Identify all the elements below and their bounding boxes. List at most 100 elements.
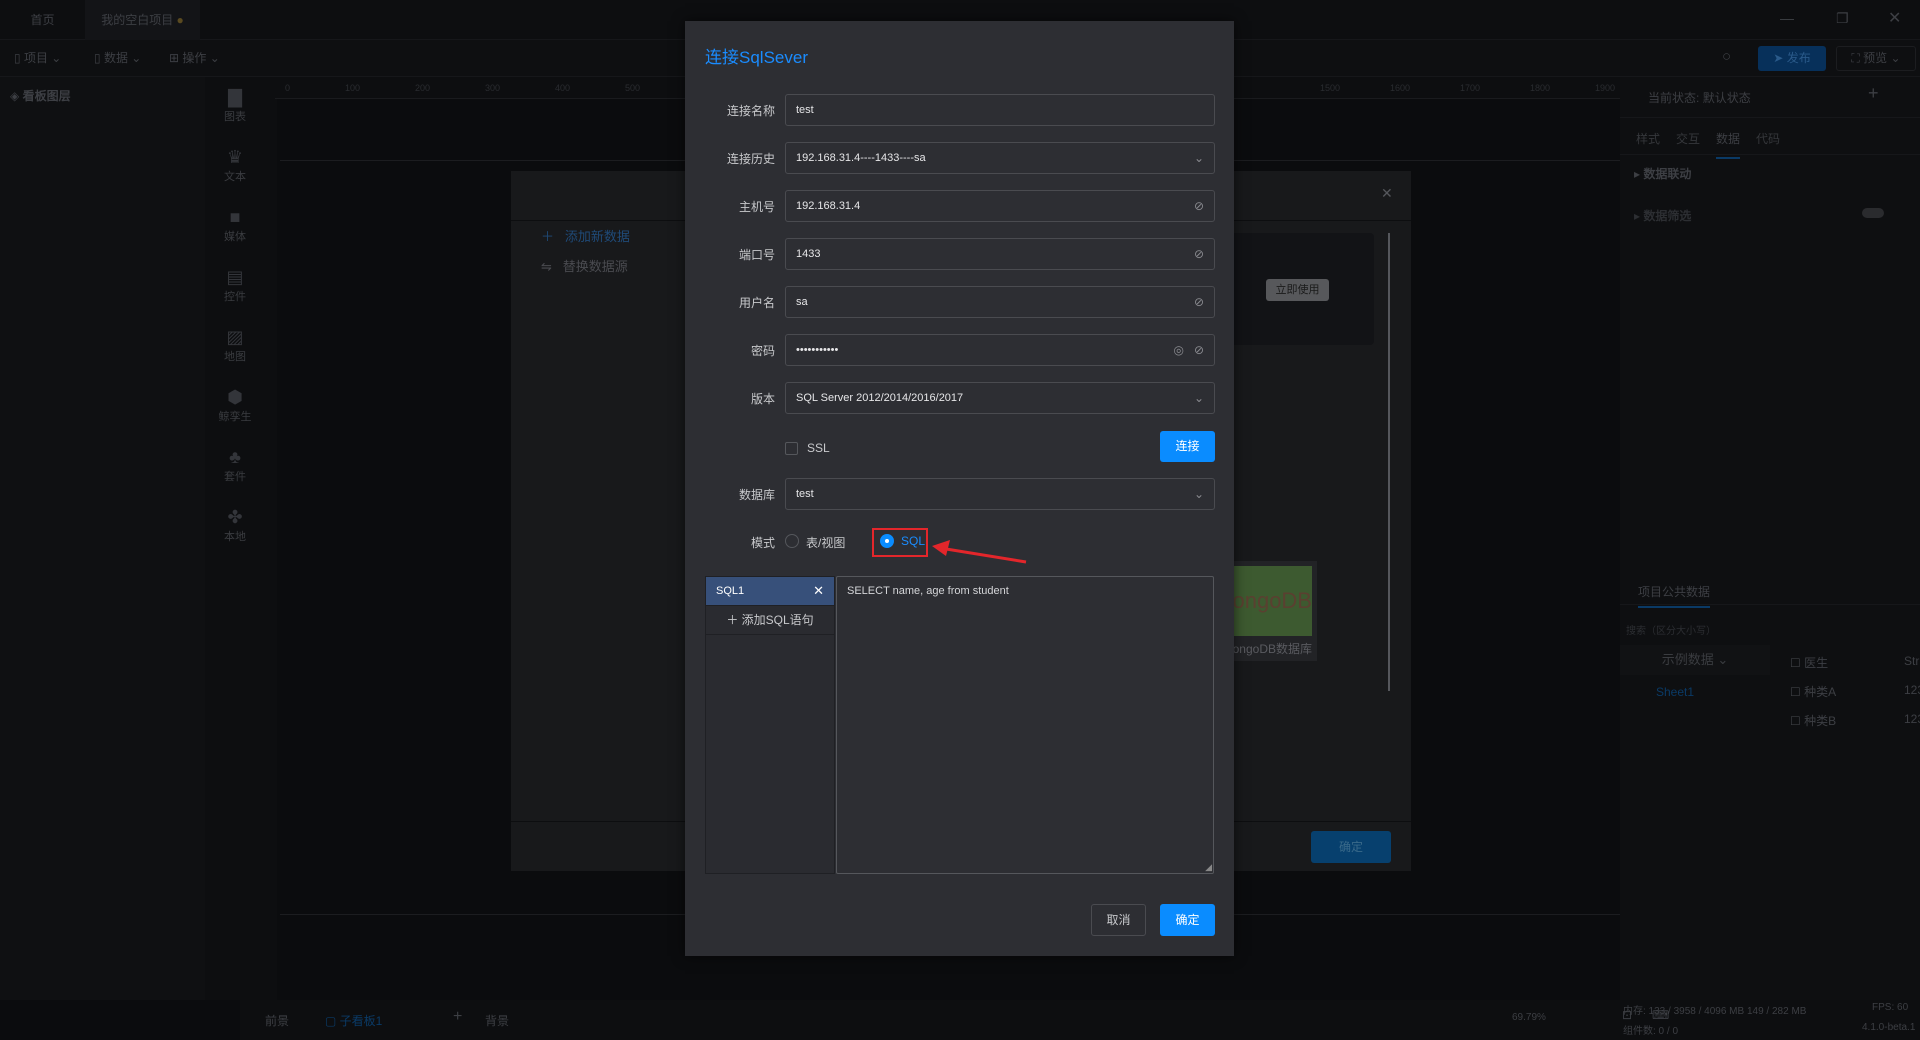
component-chart[interactable]: ▇ 图表	[205, 87, 265, 124]
sql-editor[interactable]: SELECT name, age from student ◢	[836, 576, 1214, 874]
close-icon[interactable]: ✕	[1381, 185, 1393, 202]
menu-data-label: 数据	[103, 51, 128, 65]
menu-data[interactable]: ▯ 数据 ⌄	[80, 40, 141, 77]
ruler-tick: 1900	[1595, 83, 1616, 93]
field-row[interactable]: ☐ 医生 Str	[1790, 654, 1920, 671]
field-row[interactable]: ☐ 种类B123	[1790, 712, 1920, 729]
chevron-down-icon: ⌄	[1193, 391, 1204, 405]
sheet-item[interactable]: Sheet1	[1656, 685, 1694, 699]
close-window-icon[interactable]: ✕	[1888, 8, 1901, 28]
memory-readout: 内存: 133 / 3958 / 4096 MB 149 / 282 MB	[1623, 1006, 1807, 1017]
preview-button[interactable]: ⛶ 预览 ⌄	[1836, 46, 1916, 71]
publish-button[interactable]: ➤ 发布	[1758, 46, 1826, 71]
version-value: SQL Server 2012/2014/2016/2017	[796, 392, 964, 404]
version-select[interactable]: SQL Server 2012/2014/2016/2017 ⌄	[785, 382, 1215, 414]
username-value: sa	[796, 296, 808, 308]
connection-name-value: test	[796, 104, 814, 116]
data-linkage-section[interactable]: ▸ 数据联动	[1634, 165, 1691, 182]
ruler-vertical	[265, 77, 277, 1000]
tab-code[interactable]: 代码	[1756, 130, 1780, 147]
component-control[interactable]: ▤ 控件	[205, 267, 265, 304]
restore-icon[interactable]: ❐	[1836, 10, 1849, 27]
camera-icon: ■	[229, 207, 241, 227]
field-type: Str	[1904, 654, 1920, 668]
radio-selected-circle	[880, 534, 894, 548]
swap-icon: ⇋	[541, 259, 552, 274]
port-input[interactable]: 1433 ⊘	[785, 238, 1215, 270]
close-icon[interactable]: ✕	[813, 577, 824, 605]
component-map[interactable]: ▨ 地图	[205, 327, 265, 364]
public-data-search[interactable]: 搜索（区分大小写）	[1626, 622, 1716, 637]
cancel-button[interactable]: 取消	[1091, 904, 1146, 936]
password-row: 密码 ••••••••••• ◎ ⊘	[685, 334, 1234, 366]
ruler-tick: 400	[555, 83, 571, 93]
sample-data-select[interactable]: 示例数据 ⌄	[1620, 645, 1770, 675]
component-local[interactable]: ✤ 本地	[205, 507, 265, 544]
mongodb-card[interactable]: MongoDB MongoDB数据库	[1232, 561, 1317, 661]
scrollbar[interactable]	[1388, 233, 1390, 691]
connect-button[interactable]: 连接	[1160, 431, 1215, 462]
field-type: 123	[1904, 683, 1920, 697]
component-label: 鲸孪生	[218, 411, 252, 423]
replace-source-label: 替换数据源	[562, 259, 628, 274]
check-circle-icon: ⊘	[1193, 295, 1204, 309]
menu-operate[interactable]: ⊞ 操作 ⌄	[155, 40, 220, 77]
component-twin[interactable]: ⬢ 鲸孪生	[205, 387, 265, 424]
foreground-tab[interactable]: 前景	[265, 1012, 289, 1029]
field-row[interactable]: ☐ 种类A123	[1790, 683, 1920, 700]
use-now-button[interactable]: 立即使用	[1266, 279, 1329, 301]
add-sql-label: 添加SQL语句	[741, 613, 814, 627]
field-type: 123	[1904, 712, 1920, 726]
component-text[interactable]: ♛ 文本	[205, 147, 265, 184]
filter-toggle[interactable]	[1862, 208, 1884, 218]
check-circle-icon: ⊘	[1193, 343, 1204, 357]
status-bar: 前景 ▢ 子看板1 + 背景 69.79% ⊡ ⌨ 内存: 133 / 3958…	[240, 1000, 1920, 1040]
search-icon[interactable]: ○	[1722, 48, 1731, 65]
menu-project[interactable]: ▯ 项目 ⌄	[0, 40, 61, 77]
ok-button[interactable]: 确定	[1160, 904, 1215, 936]
connection-history-select[interactable]: 192.168.31.4----1433----sa ⌄	[785, 142, 1215, 174]
component-kit[interactable]: ♣ 套件	[205, 447, 265, 484]
public-data-tab[interactable]: 项目公共数据	[1638, 583, 1711, 608]
tab-data[interactable]: 数据	[1716, 130, 1741, 159]
username-label: 用户名	[738, 296, 775, 310]
data-filter-section[interactable]: ▸ 数据筛选	[1634, 207, 1691, 224]
connection-name-input[interactable]: test	[785, 94, 1215, 126]
component-media[interactable]: ■ 媒体	[205, 207, 265, 244]
mode-sql-label: SQL	[901, 534, 926, 548]
component-count: 组件数: 0 / 0	[1623, 1026, 1679, 1037]
database-select[interactable]: test ⌄	[785, 478, 1215, 510]
username-row: 用户名 sa ⊘	[685, 286, 1234, 318]
puzzle-icon: ✤	[227, 507, 243, 527]
replace-source-button[interactable]: ⇋ 替换数据源	[541, 256, 628, 275]
host-input[interactable]: 192.168.31.4 ⊘	[785, 190, 1215, 222]
password-input[interactable]: ••••••••••• ◎ ⊘	[785, 334, 1215, 366]
eye-off-icon[interactable]: ◎	[1174, 335, 1184, 365]
add-sql-button[interactable]: ＋ 添加SQL语句	[706, 605, 834, 635]
username-input[interactable]: sa ⊘	[785, 286, 1215, 318]
add-new-data-button[interactable]: ＋ 添加新数据	[541, 226, 630, 245]
tab-style[interactable]: 样式	[1636, 130, 1660, 147]
add-board-icon[interactable]: +	[453, 1008, 462, 1026]
zoom-level: 69.79%	[1512, 1012, 1546, 1023]
add-state-icon[interactable]: +	[1868, 83, 1879, 104]
background-tab[interactable]: 背景	[485, 1012, 509, 1029]
tab-home[interactable]: 首页	[0, 0, 85, 40]
sql-list: SQL1 ✕ ＋ 添加SQL语句	[705, 576, 835, 874]
layers-title-label: 看板图层	[22, 89, 71, 103]
resize-handle-icon[interactable]: ◢	[1205, 862, 1212, 873]
ruler-tick: 1500	[1320, 83, 1341, 93]
bg-ok-button[interactable]: 确定	[1311, 831, 1391, 863]
connection-history-value: 192.168.31.4----1433----sa	[796, 152, 926, 164]
mongodb-logo-text: MongoDB	[1232, 588, 1312, 613]
minimize-icon[interactable]: —	[1780, 10, 1794, 26]
tab-interaction[interactable]: 交互	[1676, 130, 1700, 147]
component-label: 套件	[224, 471, 246, 483]
database-row: 数据库 test ⌄	[685, 478, 1234, 510]
tab-project[interactable]: 我的空白项目 ●	[85, 0, 200, 40]
dialog-title: 连接SqlSever	[705, 48, 808, 67]
sub-board-tab[interactable]: ▢ 子看板1	[325, 1012, 382, 1029]
map-icon: ▨	[226, 327, 244, 347]
sql-tab[interactable]: SQL1 ✕	[706, 577, 834, 605]
preview-label: 预览	[1863, 51, 1888, 65]
